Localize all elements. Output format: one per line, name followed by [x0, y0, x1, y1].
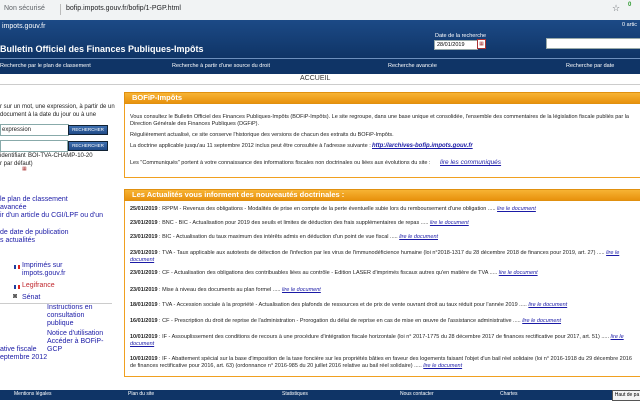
news-date: 23/01/2019	[130, 270, 158, 276]
news-title: Les Actualités vous informent des nouvea…	[132, 190, 345, 199]
address-separator	[60, 4, 61, 15]
flag-icon	[14, 265, 20, 269]
news-text: BIC - Actualisation du taux maximum des …	[162, 234, 389, 240]
news-text: BNC - BIC - Actualisation pour 2019 des …	[162, 220, 420, 226]
link-recherche-avancee[interactable]: avancée	[0, 204, 26, 212]
read-document-link[interactable]: lire le document	[423, 363, 462, 369]
nav-recherche-date[interactable]: Recherche par date	[566, 63, 614, 69]
news-text: RPPM - Revenus des obligations - Modalit…	[162, 206, 487, 212]
link-legifrance[interactable]: Legifrance	[22, 282, 55, 290]
news-date: 10/01/2019	[130, 334, 158, 340]
nav-source-droit[interactable]: Recherche à partir d'une source du droit	[172, 63, 270, 69]
news-text: TVA - Taux applicable aux autotests de d…	[162, 250, 596, 256]
link-consultation-publique[interactable]: Instructions en consultation publique	[47, 304, 112, 328]
site-footer	[0, 390, 640, 400]
senat-icon: ◙	[13, 293, 18, 300]
footer-contact[interactable]: Nous contacter	[400, 391, 434, 397]
breadcrumb[interactable]: ACCUEIL	[300, 75, 330, 82]
news-text: TVA - Accession sociale à la propriété -…	[162, 302, 518, 308]
read-document-link[interactable]: lire le document	[399, 234, 438, 240]
news-item: 10/01/2019 : IF - Abattement spécial sur…	[130, 356, 632, 369]
calendar-icon[interactable]: ▦	[477, 39, 486, 49]
flag-icon	[14, 285, 20, 289]
news-date: 23/01/2019	[130, 220, 158, 226]
news-text: Mise à niveau des documents au plan form…	[162, 287, 272, 293]
article-count: 0 artic	[622, 22, 637, 28]
read-document-link[interactable]: lire le document	[522, 318, 561, 324]
bofip-paragraph: Régulièrement actualisé, ce site conserv…	[130, 132, 394, 138]
news-item: 23/01/2019 : BNC - BIC - Actualisation p…	[130, 220, 469, 226]
footer-chartes[interactable]: Chartes	[500, 391, 518, 397]
link-article-cgi[interactable]: ir d'un article du CGI/LPF ou d'un	[0, 212, 112, 220]
news-date: 18/01/2019	[130, 302, 158, 308]
link-imprimes[interactable]: Imprimés sur impots.gouv.fr	[22, 262, 106, 278]
identifier-search-input[interactable]	[0, 140, 68, 152]
news-box	[124, 189, 640, 377]
address-bar[interactable]: bofip.impots.gouv.fr/bofip/1-PGP.html	[66, 5, 181, 12]
read-document-link[interactable]: lire le document	[499, 270, 538, 276]
link-senat[interactable]: Sénat	[22, 294, 40, 302]
link-septembre-2012[interactable]: eptembre 2012	[0, 354, 47, 362]
identifier-label: identifiant	[0, 153, 26, 159]
bofip-paragraph: Vous consultez le Bulletin Officiel des …	[130, 114, 629, 127]
footer-mentions[interactable]: Mentions légales	[14, 391, 52, 397]
date-search-input[interactable]: 28/01/2019	[434, 40, 478, 50]
nav-plan-classement[interactable]: Recherche par le plan de classement	[0, 63, 91, 69]
extension-badge[interactable]: 0	[628, 2, 631, 8]
news-item: 10/01/2019 : IF - Assouplissement des co…	[130, 334, 624, 347]
search-identifier-button[interactable]: RECHERCHER	[68, 141, 108, 151]
identifier-example: BOI-TVA-CHAMP-10-20	[28, 153, 93, 159]
bofip-paragraph: Les "Communiqués" portent à votre connai…	[130, 160, 431, 166]
link-archive-fiscale[interactable]: ative fiscale	[0, 346, 37, 354]
link-actualites[interactable]: s actualités	[0, 237, 35, 245]
news-date: 23/01/2019	[130, 287, 158, 293]
bookmark-star-icon[interactable]: ☆	[612, 3, 620, 14]
news-date: 16/01/2019	[130, 318, 158, 324]
news-item: 18/01/2019 : TVA - Accession sociale à l…	[130, 302, 568, 308]
default-note: r par défaut)	[0, 161, 33, 167]
news-text: CF - Prescription du droit de reprise de…	[162, 318, 512, 324]
link-notice-utilisation[interactable]: Notice d'utilisation	[47, 330, 112, 338]
impots-logo[interactable]: impots.gouv.fr	[2, 23, 45, 30]
search-intro: r sur un mot, une expression, à partir d…	[0, 104, 115, 118]
communiques-link[interactable]: lire les communiqués	[440, 159, 501, 166]
read-document-link[interactable]: lire le document	[430, 220, 469, 226]
news-date: 25/01/2019	[130, 206, 158, 212]
bofip-title: BOFiP-Impôts	[132, 93, 182, 102]
back-to-top-button[interactable]: Haut de pa	[612, 390, 640, 401]
news-item: 16/01/2019 : CF - Prescription du droit …	[130, 318, 562, 324]
news-text: CF - Actualisation des obligations des c…	[162, 270, 489, 276]
main-nav	[0, 58, 640, 75]
security-indicator[interactable]: Non sécurisé	[4, 5, 45, 12]
site-title: Bulletin Officiel des Finances Publiques…	[0, 44, 204, 54]
news-date: 23/01/2019	[130, 234, 158, 240]
news-text: IF - Abattement spécial sur la base d'im…	[130, 356, 632, 369]
link-plan-classement[interactable]: le plan de classement	[0, 196, 68, 204]
bofip-box-header	[124, 92, 640, 104]
link-date-publication[interactable]: de date de publication	[0, 229, 69, 237]
read-document-link[interactable]: lire le document	[497, 206, 536, 212]
left-calendar-icon[interactable]: ▦	[22, 166, 27, 172]
bofip-paragraph: La doctrine applicable jusqu'au 11 septe…	[130, 143, 371, 149]
read-document-link[interactable]: lire le document	[528, 302, 567, 308]
archives-link[interactable]: http://archives-bofip.impots.gouv.fr	[372, 143, 473, 149]
top-search-input[interactable]	[546, 38, 640, 49]
footer-stats[interactable]: Statistiques	[282, 391, 308, 397]
nav-recherche-avancee[interactable]: Recherche avancée	[388, 63, 437, 69]
news-item: 23/01/2019 : Mise à niveau des documents…	[130, 287, 321, 293]
news-text: IF - Assouplissement des conditions de r…	[162, 334, 600, 340]
search-expression-button[interactable]: RECHERCHER	[68, 125, 108, 135]
news-item: 23/01/2019 : TVA - Taux applicable aux a…	[130, 250, 620, 263]
news-item: 23/01/2019 : CF - Actualisation des obli…	[130, 270, 538, 276]
news-item: 23/01/2019 : BIC - Actualisation du taux…	[130, 234, 439, 240]
expression-search-input[interactable]: expression	[0, 124, 69, 136]
read-document-link[interactable]: lire le document	[282, 287, 321, 293]
link-bofip-gcp[interactable]: Accéder à BOFiP-GCP	[47, 338, 112, 354]
news-item: 25/01/2019 : RPPM - Revenus des obligati…	[130, 206, 536, 212]
news-date: 10/01/2019	[130, 356, 158, 362]
news-date: 23/01/2019	[130, 250, 158, 256]
footer-plan[interactable]: Plan du site	[128, 391, 154, 397]
